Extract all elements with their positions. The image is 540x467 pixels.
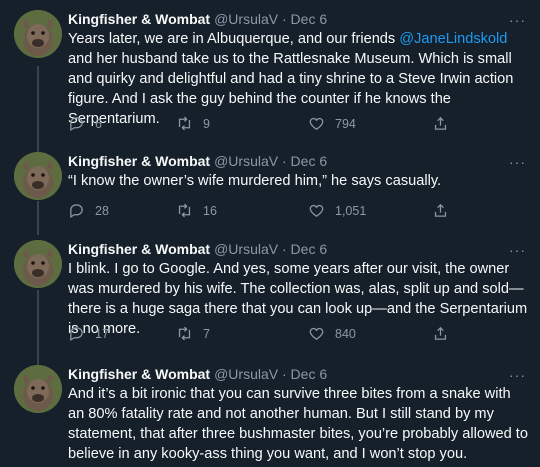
retweet-count: 16: [203, 203, 217, 218]
retweet-icon: [178, 203, 191, 218]
tweet-header: Kingfisher & Wombat @UrsulaV · Dec 6: [68, 365, 327, 383]
separator: ·: [281, 241, 287, 257]
reply-icon: [70, 204, 83, 219]
tweet-date[interactable]: Dec 6: [291, 241, 328, 257]
share-icon: [434, 116, 447, 130]
heart-icon: [309, 117, 324, 130]
like-button[interactable]: 794: [308, 115, 356, 132]
share-icon: [434, 326, 447, 340]
tweet-actions: 17 7 840: [68, 325, 468, 345]
tweet-text: Years later, we are in Albuquerque, and …: [68, 29, 530, 129]
reply-icon: [70, 327, 83, 342]
reply-count: 17: [95, 326, 109, 341]
reply-icon: [70, 117, 83, 132]
separator: ·: [281, 11, 287, 27]
tweet-date[interactable]: Dec 6: [291, 153, 328, 169]
reply-count: 28: [95, 203, 109, 218]
like-button[interactable]: 840: [308, 325, 356, 342]
wombat-avatar[interactable]: [14, 365, 62, 413]
author-handle[interactable]: @UrsulaV: [214, 241, 278, 257]
tweet-actions: 6 9 794: [68, 115, 468, 135]
share-button[interactable]: [432, 325, 449, 342]
separator: ·: [281, 153, 287, 169]
like-count: 840: [335, 326, 356, 341]
separator: ·: [281, 366, 287, 382]
retweet-icon: [178, 326, 191, 341]
tweet-date[interactable]: Dec 6: [291, 366, 328, 382]
author-name[interactable]: Kingfisher & Wombat: [68, 153, 210, 169]
more-options-icon[interactable]: ···: [509, 367, 526, 383]
retweet-icon: [178, 116, 191, 131]
share-button[interactable]: [432, 202, 449, 219]
like-count: 794: [335, 116, 356, 131]
share-button[interactable]: [432, 115, 449, 132]
like-button[interactable]: 1,051: [308, 202, 366, 219]
tweet-actions: 28 16 1,051: [68, 202, 468, 222]
tweet-text: And it’s a bit ironic that you can survi…: [68, 386, 528, 462]
author-handle[interactable]: @UrsulaV: [214, 366, 278, 382]
wombat-avatar[interactable]: [14, 152, 62, 200]
tweet-date[interactable]: Dec 6: [291, 11, 328, 27]
like-count: 1,051: [335, 203, 367, 218]
author-handle[interactable]: @UrsulaV: [214, 11, 278, 27]
more-options-icon[interactable]: ···: [509, 154, 526, 170]
tweet-text-part: Years later, we are in Albuquerque, and …: [68, 31, 400, 47]
author-name[interactable]: Kingfisher & Wombat: [68, 241, 210, 257]
author-handle[interactable]: @UrsulaV: [214, 153, 278, 169]
tweet-header: Kingfisher & Wombat @UrsulaV · Dec 6: [68, 10, 327, 28]
wombat-avatar[interactable]: [14, 240, 62, 288]
reply-button[interactable]: 17: [68, 325, 109, 342]
tweet[interactable]: Kingfisher & Wombat @UrsulaV · Dec 6 ··· …: [0, 10, 540, 150]
author-name[interactable]: Kingfisher & Wombat: [68, 11, 210, 27]
tweet[interactable]: Kingfisher & Wombat @UrsulaV · Dec 6 ··· …: [0, 365, 540, 467]
tweet-text: “I know the owner’s wife murdered him,” …: [68, 173, 442, 189]
heart-icon: [309, 327, 324, 340]
wombat-avatar[interactable]: [14, 10, 62, 58]
author-name[interactable]: Kingfisher & Wombat: [68, 366, 210, 382]
retweet-button[interactable]: 16: [176, 202, 217, 219]
retweet-count: 7: [203, 326, 210, 341]
more-options-icon[interactable]: ···: [509, 242, 526, 258]
heart-icon: [309, 204, 324, 217]
mention-link[interactable]: @JaneLindskold: [399, 31, 507, 47]
more-options-icon[interactable]: ···: [509, 12, 526, 28]
reply-button[interactable]: 28: [68, 202, 109, 219]
tweet-header: Kingfisher & Wombat @UrsulaV · Dec 6: [68, 240, 327, 258]
tweet[interactable]: Kingfisher & Wombat @UrsulaV · Dec 6 ··· …: [0, 240, 540, 360]
reply-count: 6: [95, 116, 102, 131]
retweet-button[interactable]: 7: [176, 325, 210, 342]
tweet-header: Kingfisher & Wombat @UrsulaV · Dec 6: [68, 152, 327, 170]
reply-button[interactable]: 6: [68, 115, 102, 132]
retweet-count: 9: [203, 116, 210, 131]
share-icon: [434, 203, 447, 217]
tweet[interactable]: Kingfisher & Wombat @UrsulaV · Dec 6 ··· …: [0, 152, 540, 232]
retweet-button[interactable]: 9: [176, 115, 210, 132]
